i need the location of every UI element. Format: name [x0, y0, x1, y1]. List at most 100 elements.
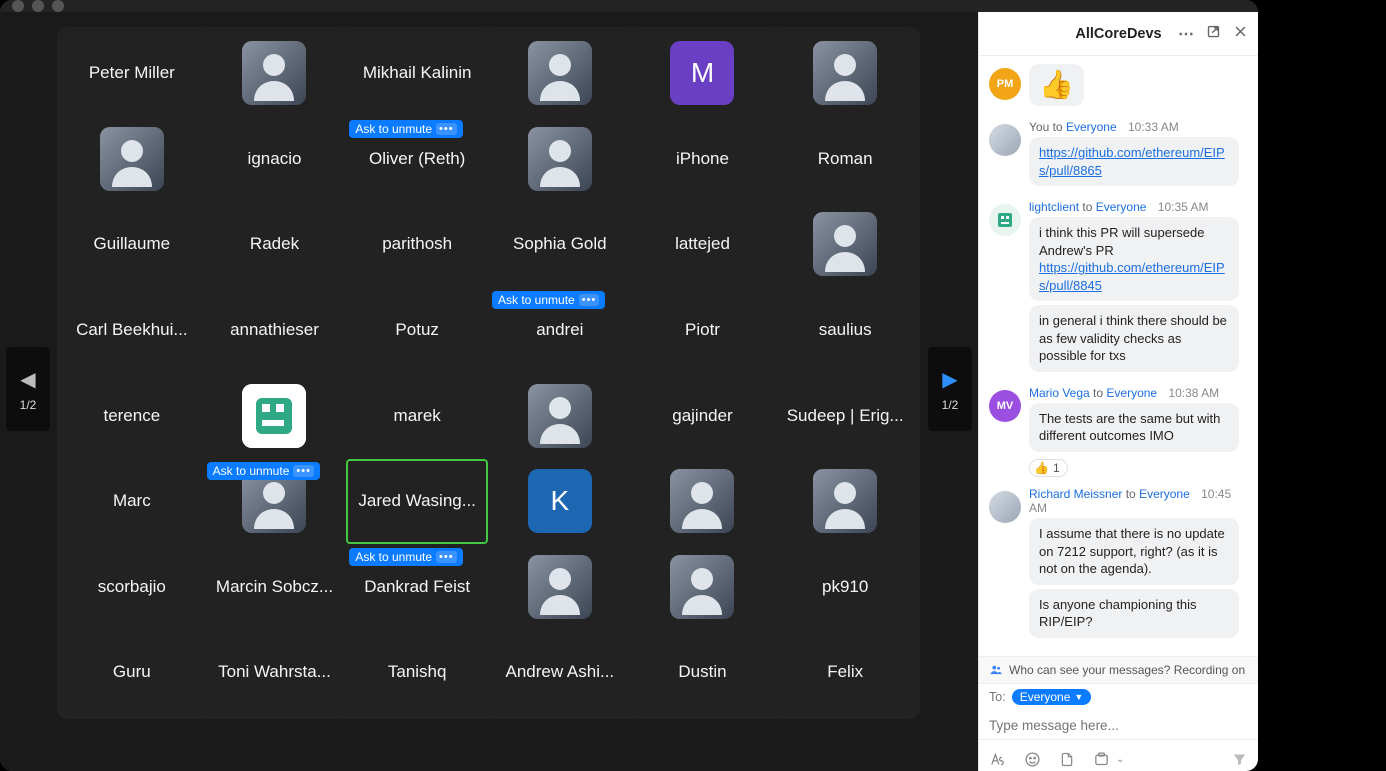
- participant-tile[interactable]: Ask to unmute•••Dankrad Feist: [346, 545, 488, 630]
- content-area: Peter Miller Mikhail Kalinin Mignacio Ask t…: [0, 12, 1258, 771]
- participant-tile[interactable]: Sophia Gold: [489, 202, 631, 287]
- chat-privacy-notice[interactable]: Who can see your messages? Recording on: [979, 656, 1258, 683]
- participant-tile[interactable]: Radek: [204, 202, 346, 287]
- reaction[interactable]: 👍 1: [1029, 459, 1068, 477]
- participant-tile[interactable]: saulius: [774, 288, 916, 373]
- ask-unmute-badge[interactable]: Ask to unmute•••: [207, 462, 320, 480]
- traffic-max[interactable]: [52, 0, 64, 12]
- participant-tile[interactable]: Ask to unmute•••Oliver (Reth): [346, 117, 488, 202]
- message-input[interactable]: [989, 714, 1248, 737]
- participant-tile[interactable]: annathieser: [204, 288, 346, 373]
- participant-tile[interactable]: lattejed: [632, 202, 774, 287]
- ask-unmute-badge[interactable]: Ask to unmute•••: [349, 548, 462, 566]
- page-indicator-left: 1/2: [20, 398, 37, 412]
- participant-tile[interactable]: [774, 31, 916, 116]
- participant-tile[interactable]: Potuz: [346, 288, 488, 373]
- participant-avatar: [528, 41, 592, 105]
- chat-messages[interactable]: PM 👍 You to Everyone 10:33: [979, 56, 1258, 656]
- participant-tile[interactable]: [774, 202, 916, 287]
- participant-tile[interactable]: [204, 31, 346, 116]
- participant-name: gajinder: [672, 406, 733, 426]
- participant-tile[interactable]: Piotr: [632, 288, 774, 373]
- popout-icon[interactable]: [1206, 24, 1221, 44]
- link[interactable]: https://github.com/ethereum/EIPs/pull/88…: [1039, 260, 1225, 293]
- message-bubble: in general i think there should be as fe…: [1029, 305, 1239, 372]
- participant-tile[interactable]: Toni Wahrsta...: [204, 630, 346, 715]
- grid-next-button[interactable]: ▶ 1/2: [928, 347, 972, 431]
- participant-tile[interactable]: Guillaume: [61, 202, 203, 287]
- participant-tile[interactable]: [489, 31, 631, 116]
- participant-tile[interactable]: scorbajio: [61, 545, 203, 630]
- participant-tile[interactable]: iPhone: [632, 117, 774, 202]
- participant-name: Andrew Ashi...: [505, 662, 614, 682]
- participant-avatar: [670, 469, 734, 533]
- participant-tile[interactable]: Ask to unmute•••: [204, 459, 346, 544]
- ask-unmute-badge[interactable]: Ask to unmute•••: [492, 291, 605, 309]
- participant-tile[interactable]: Felix: [774, 630, 916, 715]
- participant-tile[interactable]: Guru: [61, 630, 203, 715]
- participant-tile[interactable]: Mikhail Kalinin: [346, 31, 488, 116]
- participant-tile[interactable]: Tanishq: [346, 630, 488, 715]
- participant-tile[interactable]: [204, 373, 346, 458]
- participant-name: iPhone: [676, 149, 729, 169]
- participant-name: Peter Miller: [89, 63, 175, 83]
- participant-tile[interactable]: [489, 117, 631, 202]
- participant-name: Potuz: [395, 320, 438, 340]
- avatar: [989, 124, 1021, 156]
- send-filter-icon[interactable]: [1231, 751, 1248, 768]
- more-icon[interactable]: •••: [436, 123, 457, 135]
- ask-unmute-badge[interactable]: Ask to unmute•••: [349, 120, 462, 138]
- participant-tile[interactable]: Roman: [774, 117, 916, 202]
- toolbar-chevron-down-icon[interactable]: ⌄: [1116, 754, 1124, 765]
- participant-tile[interactable]: M: [632, 31, 774, 116]
- thumbs-up-emoji: 👍: [1039, 69, 1074, 100]
- more-icon[interactable]: •••: [436, 551, 457, 563]
- participant-tile[interactable]: Ask to unmute•••andrei: [489, 288, 631, 373]
- chevron-down-icon: ▼: [1074, 692, 1083, 702]
- grid-prev-button[interactable]: ◀ 1/2: [6, 347, 50, 431]
- participant-tile[interactable]: Sudeep | Erig...: [774, 373, 916, 458]
- participant-avatar: [528, 127, 592, 191]
- participant-name: Marc: [113, 491, 151, 511]
- chat-toolbar: ⌄: [979, 739, 1258, 771]
- participant-tile[interactable]: gajinder: [632, 373, 774, 458]
- close-icon[interactable]: [1233, 24, 1248, 44]
- screenshot-icon[interactable]: [1093, 751, 1110, 768]
- participant-name: saulius: [819, 320, 872, 340]
- participant-tile[interactable]: Jared Wasing...: [346, 459, 488, 544]
- participant-tile[interactable]: [489, 373, 631, 458]
- more-icon[interactable]: ⋯: [1178, 24, 1194, 44]
- participant-name: Sophia Gold: [513, 234, 607, 254]
- more-icon[interactable]: •••: [579, 294, 600, 306]
- recipient-pill[interactable]: Everyone▼: [1012, 689, 1092, 705]
- participant-tile[interactable]: Dustin: [632, 630, 774, 715]
- participant-tile[interactable]: [632, 545, 774, 630]
- attach-icon[interactable]: [1059, 751, 1075, 768]
- participant-name: Jared Wasing...: [358, 491, 475, 511]
- participant-tile[interactable]: [489, 545, 631, 630]
- message-bubble: i think this PR will supersede Andrew's …: [1029, 217, 1239, 301]
- participant-tile[interactable]: Peter Miller: [61, 31, 203, 116]
- participant-tile[interactable]: terence: [61, 373, 203, 458]
- participant-tile[interactable]: [61, 117, 203, 202]
- participant-name: ignacio: [248, 149, 302, 169]
- participant-name: Felix: [827, 662, 863, 682]
- participant-tile[interactable]: Marcin Sobcz...: [204, 545, 346, 630]
- more-icon[interactable]: •••: [293, 465, 314, 477]
- participant-tile[interactable]: Carl Beekhui...: [61, 288, 203, 373]
- participant-tile[interactable]: [774, 459, 916, 544]
- participant-tile[interactable]: pk910: [774, 545, 916, 630]
- emoji-icon[interactable]: [1024, 751, 1041, 768]
- participant-tile[interactable]: Marc: [61, 459, 203, 544]
- participant-tile[interactable]: marek: [346, 373, 488, 458]
- participant-tile[interactable]: Andrew Ashi...: [489, 630, 631, 715]
- participant-tile[interactable]: ignacio: [204, 117, 346, 202]
- traffic-close[interactable]: [12, 0, 24, 12]
- participant-tile[interactable]: K: [489, 459, 631, 544]
- participant-tile[interactable]: [632, 459, 774, 544]
- chat-input-row: [979, 710, 1258, 739]
- format-icon[interactable]: [989, 751, 1006, 768]
- traffic-min[interactable]: [32, 0, 44, 12]
- participant-tile[interactable]: parithosh: [346, 202, 488, 287]
- link[interactable]: https://github.com/ethereum/EIPs/pull/88…: [1039, 145, 1225, 178]
